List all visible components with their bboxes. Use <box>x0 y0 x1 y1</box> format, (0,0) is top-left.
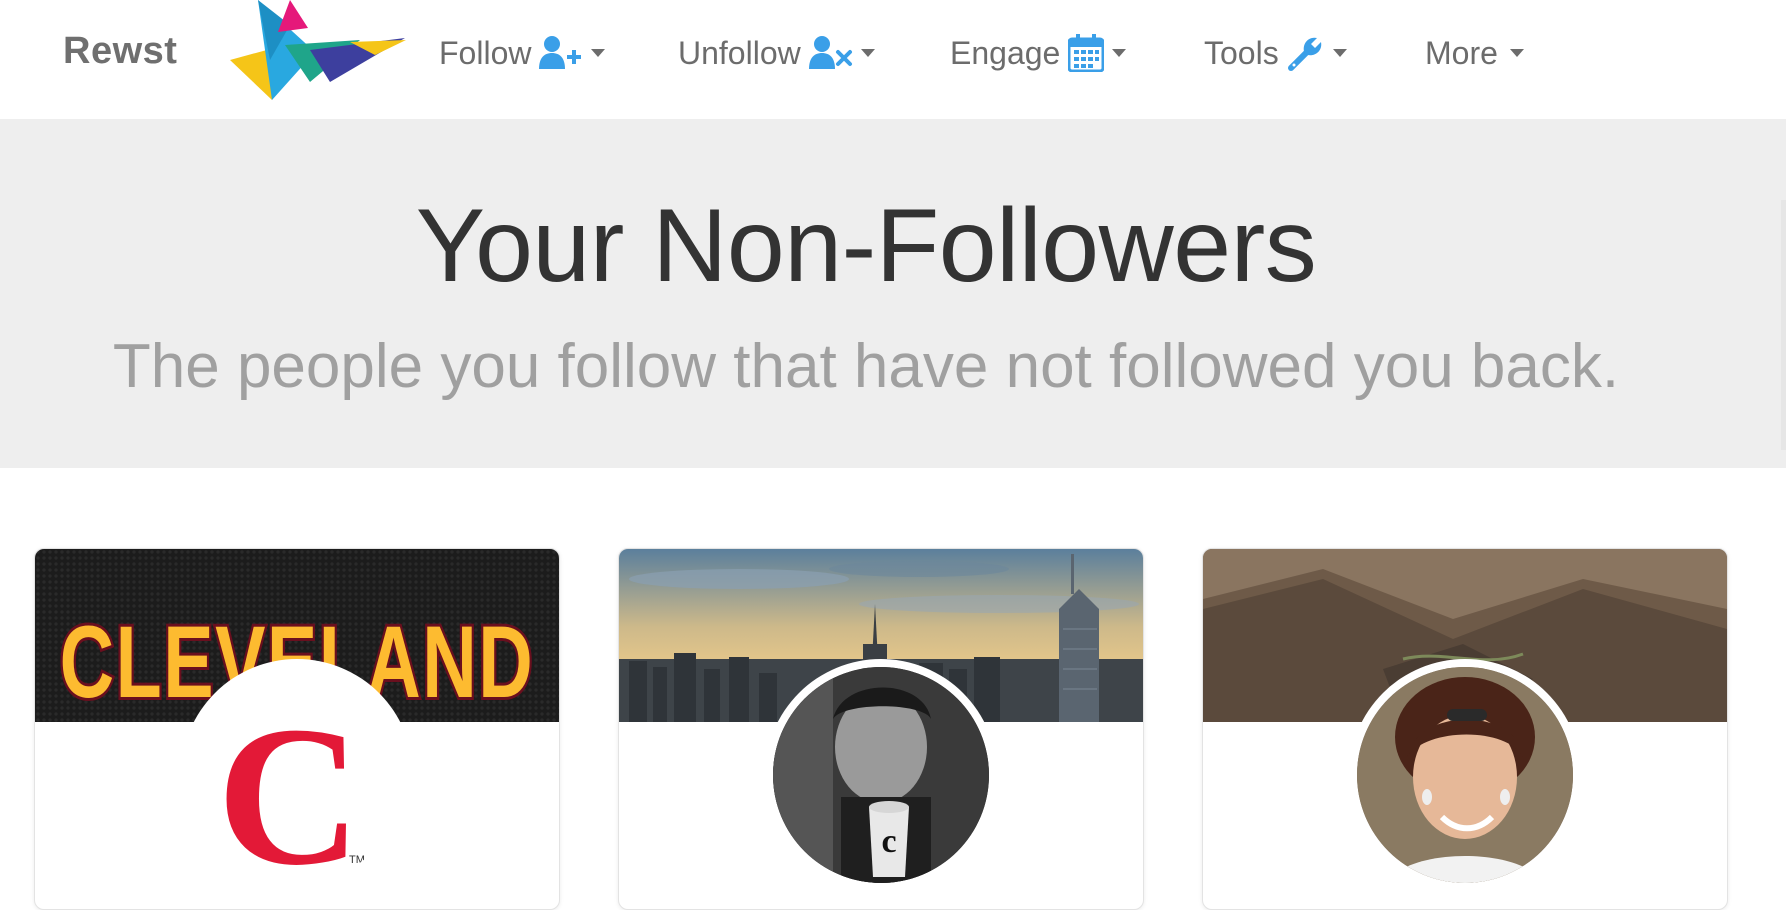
wrench-icon <box>1287 34 1325 72</box>
page-title: Your Non-Followers <box>415 188 1317 304</box>
user-card[interactable] <box>1202 548 1728 910</box>
nav-engage[interactable]: Engage <box>950 31 1127 75</box>
scrollbar[interactable] <box>1781 200 1786 450</box>
chevron-down-icon <box>1112 49 1127 57</box>
nav-unfollow-label: Unfollow <box>678 34 801 71</box>
chevron-down-icon <box>1509 49 1524 57</box>
user-plus-icon <box>539 35 583 71</box>
nav-follow-label: Follow <box>439 34 532 71</box>
user-card[interactable]: CLEVELAND C TM <box>34 548 560 910</box>
chevron-down-icon <box>860 49 875 57</box>
avatar[interactable]: c <box>765 659 997 891</box>
avatar-letter: c <box>881 823 896 860</box>
nav-more-label: More <box>1425 34 1498 71</box>
trademark-label: TM <box>349 854 365 866</box>
calendar-icon <box>1068 34 1105 72</box>
nav-tools[interactable]: Tools <box>1204 31 1347 75</box>
user-card[interactable]: c <box>618 548 1144 910</box>
chevron-down-icon <box>1332 49 1347 57</box>
nav-engage-label: Engage <box>950 34 1061 71</box>
rewst-logo[interactable] <box>210 0 406 102</box>
chevron-down-icon <box>591 49 606 57</box>
nav-tools-label: Tools <box>1204 34 1279 71</box>
avatar-letter: C <box>217 686 361 883</box>
brand-name[interactable]: Rewst <box>63 30 177 73</box>
top-navbar: Rewst Follow Unfollow Engage Tools More <box>0 0 1786 119</box>
nav-more[interactable]: More <box>1425 31 1524 75</box>
user-times-icon <box>808 35 853 71</box>
hero-banner: Your Non-Followers The people you follow… <box>0 119 1786 468</box>
avatar[interactable]: C TM <box>181 659 413 891</box>
avatar[interactable] <box>1349 659 1581 891</box>
nav-unfollow[interactable]: Unfollow <box>678 31 875 75</box>
nav-follow[interactable]: Follow <box>439 31 606 75</box>
page-subtitle: The people you follow that have not foll… <box>112 332 1620 401</box>
